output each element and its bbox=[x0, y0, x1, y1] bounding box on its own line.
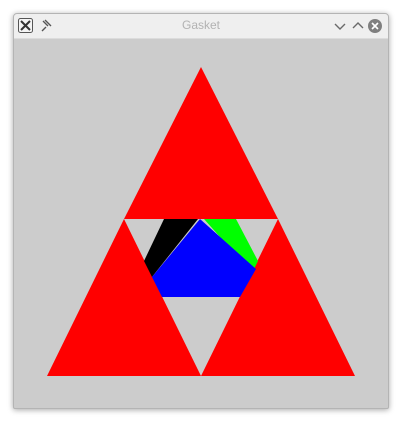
chevron-up-icon bbox=[352, 22, 364, 29]
title-bar[interactable]: Gasket bbox=[14, 14, 388, 39]
gasket-window: Gasket bbox=[13, 13, 389, 409]
chevron-down-icon bbox=[334, 23, 346, 30]
gasket-canvas bbox=[47, 67, 355, 376]
close-button[interactable] bbox=[367, 18, 383, 34]
minimize-button[interactable] bbox=[332, 18, 348, 34]
maximize-button[interactable] bbox=[350, 18, 366, 34]
red-triangle-top bbox=[124, 67, 278, 219]
